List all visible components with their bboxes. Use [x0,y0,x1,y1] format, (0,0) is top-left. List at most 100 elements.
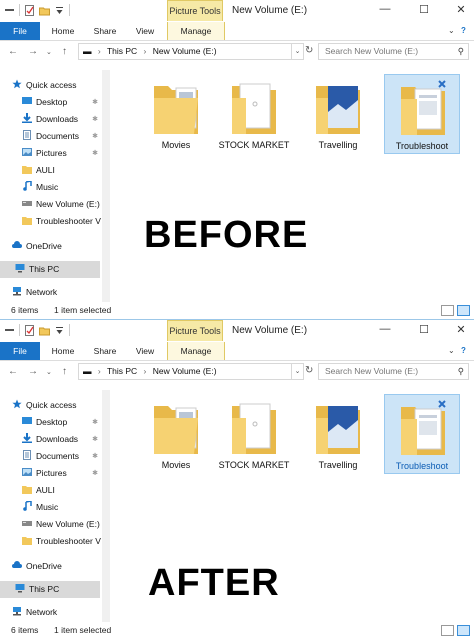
address-bar[interactable]: ▬ › This PC › New Volume (E:) [78,363,292,380]
download-icon [22,113,32,123]
recent-locations-chevron-icon[interactable]: ⌄ [46,48,52,56]
nav-item-pictures[interactable]: Pictures ✱ [22,146,102,161]
address-bar[interactable]: ▬ › This PC › New Volume (E:) [78,43,292,60]
tab-view[interactable]: View [132,342,158,360]
nav-item-quick-access[interactable]: Quick access [12,398,102,413]
breadcrumb-current[interactable]: New Volume (E:) [153,46,217,56]
ribbon-tabs: File Home Share View Manage ⌄ ? [0,342,474,361]
nav-item-auli[interactable]: AULI [22,163,102,178]
details-view-icon[interactable] [441,625,454,636]
close-button[interactable]: ✕ [454,323,468,336]
nav-item-documents[interactable]: Documents ✱ [22,449,102,464]
folder-with-document-icon [226,398,282,458]
new-folder-icon[interactable] [39,325,50,336]
folder-item-travelling[interactable]: Travelling [300,394,376,474]
refresh-icon[interactable]: ↻ [305,45,313,56]
nav-item-quick-access[interactable]: Quick access [12,78,102,93]
maximize-button[interactable]: ☐ [417,3,431,16]
tab-share[interactable]: Share [90,342,120,360]
nav-item-desktop[interactable]: Desktop ✱ [22,415,102,430]
nav-item-music[interactable]: Music [22,180,102,195]
folder-item-movies[interactable]: Movies [138,394,214,474]
help-icon[interactable]: ? [461,346,466,355]
save-icon[interactable] [4,325,15,336]
pin-icon[interactable]: ✱ [92,95,98,110]
details-view-icon[interactable] [441,305,454,316]
large-icons-view-icon[interactable] [457,305,470,316]
close-button[interactable]: ✕ [454,3,468,16]
folder-item-troubleshoot[interactable]: Troubleshoot [384,74,460,154]
maximize-button[interactable]: ☐ [417,323,431,336]
pin-icon[interactable]: ✱ [92,432,98,447]
picture-tools-context-tab[interactable]: Picture Tools [167,0,223,21]
nav-item-troubleshooter[interactable]: Troubleshooter V [22,214,102,229]
search-input[interactable]: Search New Volume (E:) ⚲ [318,43,469,60]
breadcrumb-current[interactable]: New Volume (E:) [153,366,217,376]
properties-icon[interactable] [24,324,35,336]
save-icon[interactable] [4,5,15,16]
breadcrumb-this-pc[interactable]: This PC [107,46,137,56]
search-input[interactable]: Search New Volume (E:) ⚲ [318,363,469,380]
nav-item-desktop[interactable]: Desktop ✱ [22,95,102,110]
nav-item-new-volume[interactable]: New Volume (E:) [22,197,102,212]
folder-item-stock-market[interactable]: STOCK MARKET [216,394,292,474]
nav-item-network[interactable]: Network [12,605,102,620]
nav-item-troubleshooter[interactable]: Troubleshooter V [22,534,102,549]
nav-item-onedrive[interactable]: OneDrive [12,239,102,254]
nav-pane-scrollbar[interactable] [102,70,110,302]
nav-item-downloads[interactable]: Downloads ✱ [22,112,102,127]
nav-item-downloads[interactable]: Downloads ✱ [22,432,102,447]
forward-arrow-icon[interactable]: → [28,366,38,377]
chevron-down-icon[interactable]: ⌄ [448,346,455,355]
new-folder-icon[interactable] [39,5,50,16]
tab-home[interactable]: Home [48,342,78,360]
tab-share[interactable]: Share [90,22,120,40]
tab-manage[interactable]: Manage [167,22,225,40]
tab-view[interactable]: View [132,22,158,40]
nav-item-auli[interactable]: AULI [22,483,102,498]
large-icons-view-icon[interactable] [457,625,470,636]
breadcrumb-this-pc[interactable]: This PC [107,366,137,376]
tab-home[interactable]: Home [48,22,78,40]
pin-icon[interactable]: ✱ [92,112,98,127]
nav-item-network[interactable]: Network [12,285,102,300]
back-arrow-icon[interactable]: ← [8,366,18,377]
folder-item-travelling[interactable]: Travelling [300,74,376,154]
tab-file[interactable]: File [0,342,40,360]
folder-item-troubleshoot[interactable]: Troubleshoot [384,394,460,474]
folder-item-stock-market[interactable]: STOCK MARKET [216,74,292,154]
recent-locations-chevron-icon[interactable]: ⌄ [46,368,52,376]
pin-icon[interactable]: ✱ [92,415,98,430]
tab-file[interactable]: File [0,22,40,40]
tab-manage[interactable]: Manage [167,342,225,360]
minimize-button[interactable]: — [378,3,392,15]
address-dropdown-chevron-icon[interactable]: ⌄ [292,43,304,60]
minimize-button[interactable]: — [378,323,392,335]
status-bar: 6 items 1 item selected [0,622,474,638]
picture-tools-context-tab[interactable]: Picture Tools [167,320,223,341]
nav-pane-scrollbar[interactable] [102,390,110,622]
nav-item-pictures[interactable]: Pictures ✱ [22,466,102,481]
nav-item-documents[interactable]: Documents ✱ [22,129,102,144]
nav-item-onedrive[interactable]: OneDrive [12,559,102,574]
pin-icon[interactable]: ✱ [92,466,98,481]
properties-icon[interactable] [24,4,35,16]
up-arrow-icon[interactable]: ↑ [62,46,67,57]
up-arrow-icon[interactable]: ↑ [62,366,67,377]
pin-icon[interactable]: ✱ [92,129,98,144]
pin-icon[interactable]: ✱ [92,449,98,464]
nav-item-this-pc[interactable]: This PC [0,581,100,598]
help-icon[interactable]: ? [461,26,466,35]
folder-item-movies[interactable]: Movies [138,74,214,154]
customize-toolbar-icon[interactable] [54,5,65,16]
address-dropdown-chevron-icon[interactable]: ⌄ [292,363,304,380]
customize-toolbar-icon[interactable] [54,325,65,336]
nav-item-this-pc[interactable]: This PC [0,261,100,278]
pin-icon[interactable]: ✱ [92,146,98,161]
nav-item-music[interactable]: Music [22,500,102,515]
chevron-down-icon[interactable]: ⌄ [448,26,455,35]
back-arrow-icon[interactable]: ← [8,46,18,57]
refresh-icon[interactable]: ↻ [305,365,313,376]
nav-item-new-volume[interactable]: New Volume (E:) [22,517,102,532]
forward-arrow-icon[interactable]: → [28,46,38,57]
